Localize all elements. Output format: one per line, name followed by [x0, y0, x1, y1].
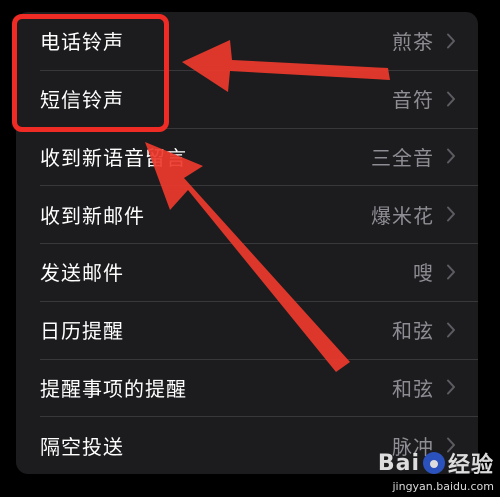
- row-value: 煎茶: [392, 30, 434, 55]
- row-value-group: 脉冲: [392, 431, 478, 460]
- chevron-right-icon: [447, 33, 455, 49]
- row-value-group: 和弦: [392, 315, 478, 344]
- chevron-right-icon: [447, 379, 455, 395]
- chevron-right-icon: [447, 206, 455, 222]
- row-value-group: 嗖: [413, 257, 478, 286]
- row-label: 收到新语音留言: [40, 145, 187, 170]
- row-label: 发送邮件: [40, 261, 124, 286]
- row-value-group: 三全音: [371, 142, 478, 171]
- settings-screen: 电话铃声 煎茶 短信铃声 音符 收到新语音留言 三全音 收到新邮件 爆米花 发送…: [0, 0, 500, 497]
- row-label: 短信铃声: [40, 88, 124, 113]
- chevron-right-icon: [447, 437, 455, 453]
- row-value: 脉冲: [392, 434, 434, 459]
- row-value: 和弦: [392, 376, 434, 401]
- sounds-settings-list: 电话铃声 煎茶 短信铃声 音符 收到新语音留言 三全音 收到新邮件 爆米花 发送…: [16, 12, 478, 474]
- settings-row-calendar-alerts[interactable]: 日历提醒 和弦: [16, 300, 478, 359]
- row-value-group: 煎茶: [392, 26, 478, 55]
- settings-row-airdrop[interactable]: 隔空投送 脉冲: [16, 416, 478, 474]
- settings-row-new-mail[interactable]: 收到新邮件 爆米花: [16, 185, 478, 243]
- row-value: 和弦: [392, 319, 434, 344]
- row-label: 电话铃声: [40, 30, 124, 55]
- row-value-group: 爆米花: [371, 200, 478, 229]
- row-label: 隔空投送: [40, 434, 124, 459]
- row-label: 收到新邮件: [40, 203, 145, 228]
- chevron-right-icon: [447, 148, 455, 164]
- row-value: 嗖: [413, 261, 434, 286]
- settings-row-sent-mail[interactable]: 发送邮件 嗖: [16, 243, 478, 301]
- row-value-group: 音符: [392, 84, 478, 113]
- settings-row-reminder-alerts[interactable]: 提醒事项的提醒 和弦: [16, 358, 478, 417]
- settings-row-new-voicemail[interactable]: 收到新语音留言 三全音: [16, 127, 478, 186]
- chevron-right-icon: [447, 322, 455, 338]
- row-label: 提醒事项的提醒: [40, 376, 187, 401]
- settings-row-ringtone[interactable]: 电话铃声 煎茶: [16, 12, 478, 70]
- row-value: 爆米花: [371, 203, 434, 228]
- settings-row-text-tone[interactable]: 短信铃声 音符: [16, 69, 478, 128]
- row-value: 音符: [392, 88, 434, 113]
- chevron-right-icon: [447, 264, 455, 280]
- chevron-right-icon: [447, 91, 455, 107]
- watermark-url: jingyan.baidu.com: [392, 480, 494, 493]
- row-value: 三全音: [371, 145, 434, 170]
- row-label: 日历提醒: [40, 319, 124, 344]
- row-value-group: 和弦: [392, 373, 478, 402]
